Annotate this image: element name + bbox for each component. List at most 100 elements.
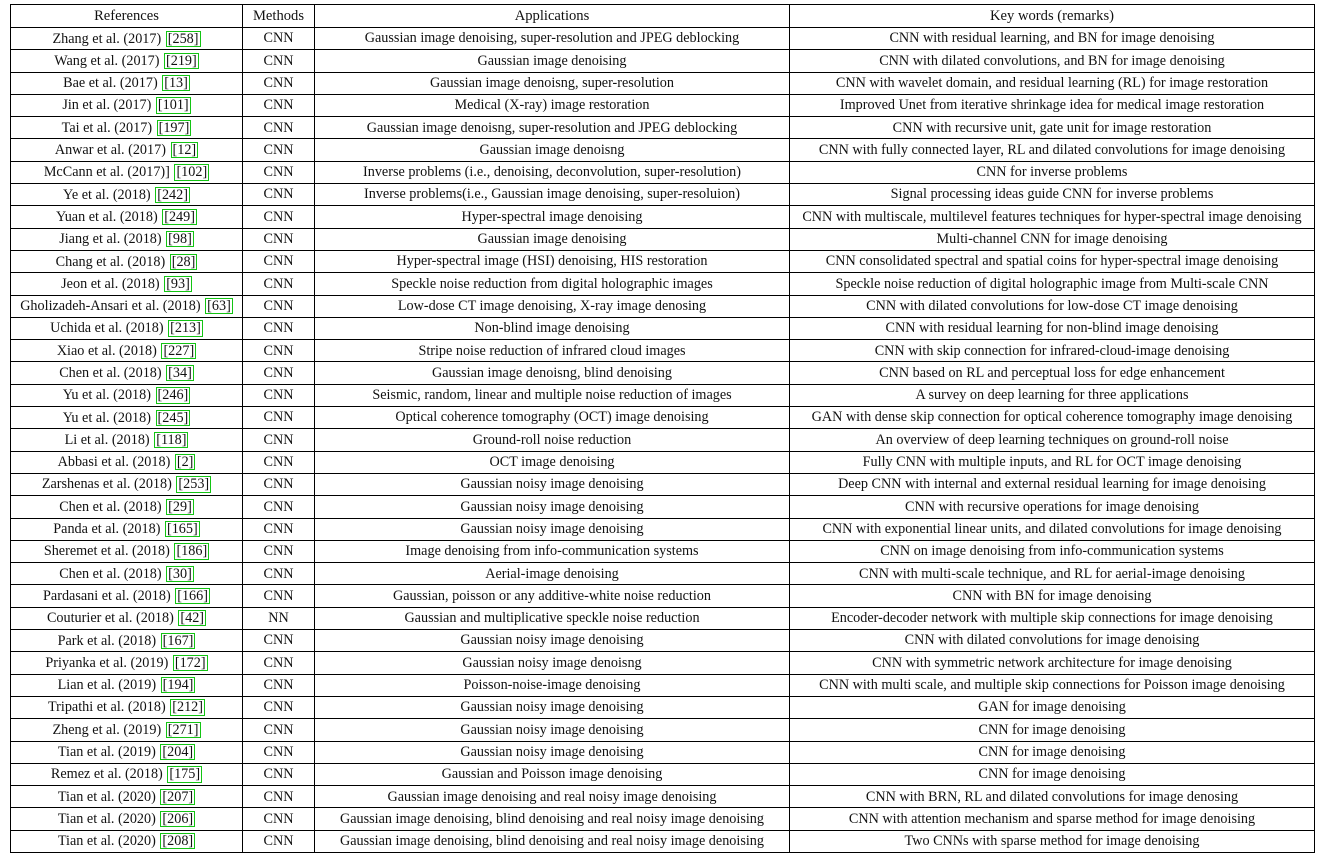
- citation-link[interactable]: [98]: [166, 231, 194, 248]
- cell-application-text: Optical coherence tomography (OCT) image…: [395, 409, 709, 426]
- table-row: Zhang et al. (2017) [258] CNN Gaussian ima…: [10, 26, 1315, 51]
- cell-keywords-text: CNN with multi-scale technique, and RL f…: [859, 565, 1245, 582]
- table-row: Abbasi et al. (2018) [2] CNN OCT image den…: [10, 450, 1315, 474]
- cell-reference: Jeon et al. (2018) [93]: [10, 272, 243, 296]
- cell-method-text: CNN: [263, 164, 294, 181]
- cell-keywords-text: Deep CNN with internal and external resi…: [838, 476, 1266, 493]
- cell-keywords: CNN for image denoising: [789, 762, 1315, 787]
- citation-link[interactable]: [29]: [166, 498, 194, 515]
- cell-application: Ground-roll noise reduction: [314, 428, 790, 452]
- citation-link[interactable]: [253]: [176, 476, 212, 493]
- cell-keywords-text: GAN for image denoising: [978, 699, 1126, 716]
- citation-link[interactable]: [219]: [164, 52, 199, 70]
- citation-link[interactable]: [227]: [161, 342, 197, 359]
- cell-application: Inverse problems(i.e., Gaussian image de…: [314, 183, 790, 207]
- cell-method-text: CNN: [263, 699, 294, 716]
- cell-keywords-text: CNN with exponential linear units, and d…: [822, 520, 1282, 537]
- citation-link[interactable]: [271]: [165, 721, 201, 738]
- citation-link[interactable]: [118]: [154, 431, 189, 449]
- citation-link[interactable]: [93]: [164, 275, 192, 293]
- cell-keywords-text: CNN with residual learning for non-blind…: [885, 320, 1219, 337]
- cell-method-text: CNN: [263, 342, 294, 359]
- cell-method-text: CNN: [263, 364, 294, 381]
- cell-keywords-text: Multi-channel CNN for image denoising: [936, 231, 1168, 248]
- citation-link[interactable]: [28]: [169, 253, 198, 270]
- table-row: Anwar et al. (2017) [12] CNN Gaussian imag…: [10, 138, 1315, 162]
- cell-reference: Tian et al. (2020) [206]: [10, 807, 243, 831]
- cell-method-text: CNN: [263, 788, 294, 805]
- citation-link[interactable]: [166]: [175, 587, 210, 605]
- cell-method-text: CNN: [263, 186, 294, 203]
- citation-link[interactable]: [207]: [160, 788, 196, 805]
- cell-reference: Tian et al. (2020) [207]: [10, 785, 243, 809]
- reference-author: Jeon et al. (2018): [61, 275, 160, 292]
- citation-link[interactable]: [167]: [160, 632, 196, 649]
- cell-application: Hyper-spectral image denoising: [314, 205, 790, 229]
- citation-link[interactable]: [246]: [155, 387, 191, 404]
- citation-link[interactable]: [197]: [156, 119, 192, 136]
- cell-method: CNN: [242, 205, 315, 229]
- citation-link[interactable]: [204]: [160, 744, 196, 761]
- citation-link[interactable]: [12]: [170, 142, 199, 159]
- table-container: References Methods Applications Key word…: [0, 0, 1324, 853]
- table-row: Bae et al. (2017) [13] CNN Gaussian image …: [10, 71, 1315, 95]
- cell-keywords-text: CNN with symmetric network architecture …: [872, 654, 1232, 671]
- reference-author: Yuan et al. (2018): [56, 208, 158, 225]
- citation-link[interactable]: [175]: [167, 766, 203, 783]
- cell-keywords: CNN consolidated spectral and spatial co…: [789, 249, 1315, 274]
- citation-link[interactable]: [212]: [170, 699, 205, 716]
- cell-application: Gaussian and Poisson image denoising: [314, 762, 790, 787]
- reference-author: Uchida et al. (2018): [50, 320, 164, 337]
- citation-link[interactable]: [213]: [168, 320, 203, 337]
- cell-reference: Couturier et al. (2018) [42]: [10, 606, 243, 631]
- citation-link[interactable]: [13]: [162, 75, 190, 92]
- cell-keywords: CNN with skip connection for infrared-cl…: [789, 339, 1315, 363]
- citation-link[interactable]: [34]: [166, 365, 194, 382]
- citation-link[interactable]: [2]: [174, 454, 196, 471]
- citation-link[interactable]: [102]: [174, 164, 210, 181]
- cell-keywords: Encoder-decoder network with multiple sk…: [789, 606, 1315, 631]
- reference-author: Bae et al. (2017): [63, 75, 158, 92]
- cell-application-text: Gaussian image denoisng, super-resolutio…: [366, 119, 738, 136]
- reference-author: Panda et al. (2018): [53, 521, 161, 538]
- reference-author: Tai et al. (2017): [61, 119, 153, 136]
- citation-link[interactable]: [42]: [178, 610, 207, 627]
- column-header-keywords: Key words (remarks): [789, 4, 1315, 28]
- citation-link[interactable]: [172]: [172, 654, 208, 672]
- cell-reference: Tian et al. (2019) [204]: [10, 740, 243, 764]
- cell-keywords: Improved Unet from iterative shrinkage i…: [789, 93, 1315, 118]
- citation-link[interactable]: [242]: [155, 186, 190, 203]
- citation-link[interactable]: [30]: [166, 565, 194, 582]
- citation-link[interactable]: [194]: [160, 677, 196, 694]
- cell-keywords: Speckle noise reduction of digital holog…: [789, 272, 1315, 296]
- cell-keywords: GAN with dense skip connection for optic…: [789, 406, 1315, 430]
- table-row: Zarshenas et al. (2018) [253] CNN Gaussian…: [10, 472, 1315, 497]
- cell-application-text: Speckle noise reduction from digital hol…: [391, 275, 713, 292]
- citation-link[interactable]: [101]: [155, 97, 191, 114]
- citation-link[interactable]: [63]: [205, 298, 233, 315]
- cell-reference: McCann et al. (2017)] [102]: [10, 160, 243, 185]
- citation-link[interactable]: [206]: [160, 810, 196, 828]
- cell-keywords-text: CNN with recursive unit, gate unit for i…: [892, 119, 1212, 136]
- cell-method: CNN: [242, 428, 315, 452]
- cell-method-text: CNN: [263, 431, 294, 448]
- citation-link[interactable]: [186]: [174, 543, 210, 560]
- cell-reference: Li et al. (2018) [118]: [10, 428, 243, 452]
- table-row: Tian et al. (2019) [204] CNN Gaussian nois…: [10, 740, 1315, 764]
- reference-author: Tian et al. (2020): [57, 788, 156, 805]
- cell-method-text: CNN: [263, 654, 294, 671]
- citation-link[interactable]: [165]: [164, 521, 200, 538]
- citation-link[interactable]: [249]: [162, 208, 197, 226]
- cell-method-text: CNN: [263, 632, 294, 649]
- table-row: Tian et al. (2020) [206] CNN Gaussian imag…: [10, 807, 1315, 831]
- cell-method-text: CNN: [263, 231, 294, 248]
- cell-application-text: Gaussian image denoising: [477, 231, 627, 248]
- citation-link[interactable]: [245]: [155, 409, 191, 426]
- cell-reference: Lian et al. (2019) [194]: [10, 673, 243, 697]
- cell-keywords: CNN with dilated convolutions for low-do…: [789, 294, 1315, 318]
- citation-link[interactable]: [208]: [160, 833, 196, 850]
- cell-method: CNN: [242, 406, 315, 430]
- citation-link[interactable]: [258]: [165, 30, 201, 47]
- cell-method: CNN: [242, 740, 315, 764]
- cell-application-text: Gaussian noisy image denoising: [460, 498, 644, 515]
